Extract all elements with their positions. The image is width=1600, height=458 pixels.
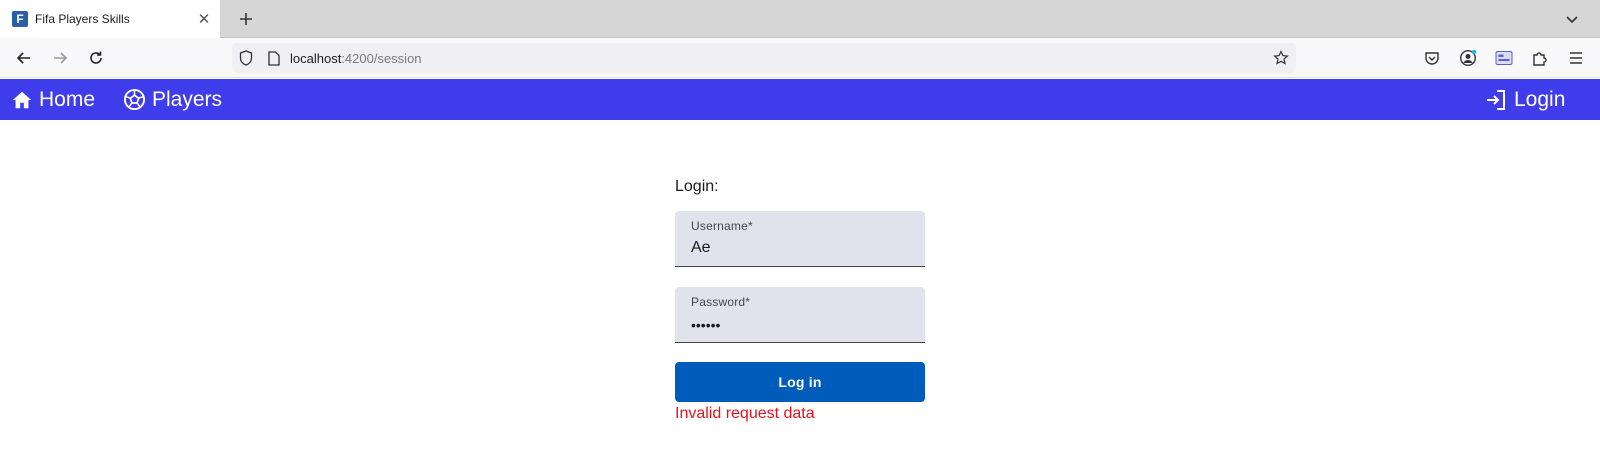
- back-button[interactable]: [9, 43, 39, 73]
- browser-tab-strip: F Fifa Players Skills ✕: [0, 0, 1600, 38]
- arrow-left-icon: [16, 52, 30, 64]
- nav-players-link[interactable]: Players: [123, 79, 222, 120]
- nav-home-label: Home: [39, 87, 96, 111]
- tab-title: Fifa Players Skills: [35, 12, 130, 26]
- arrow-right-icon: [54, 52, 68, 64]
- password-field[interactable]: Password* ••••••: [675, 287, 925, 343]
- shield-icon[interactable]: [232, 43, 260, 73]
- soccer-ball-icon: [123, 88, 146, 111]
- plus-icon: [240, 13, 252, 25]
- reload-button[interactable]: [81, 43, 111, 73]
- list-all-tabs-button[interactable]: [1558, 5, 1586, 33]
- pocket-button[interactable]: [1417, 43, 1447, 73]
- url-bar[interactable]: localhost:4200/session: [232, 43, 1296, 73]
- forward-button[interactable]: [45, 43, 75, 73]
- chevron-down-icon: [1566, 16, 1578, 24]
- username-label: Username*: [691, 219, 753, 233]
- bookmark-star-icon[interactable]: [1266, 43, 1296, 73]
- menu-button[interactable]: [1561, 43, 1591, 73]
- username-input[interactable]: Ae: [691, 239, 711, 257]
- nav-home-link[interactable]: Home: [11, 79, 95, 120]
- url-text: localhost:4200/session: [288, 51, 1266, 66]
- close-tab-icon[interactable]: ✕: [190, 5, 218, 33]
- browser-tab[interactable]: F Fifa Players Skills ✕: [0, 0, 221, 38]
- hamburger-menu-icon: [1570, 52, 1582, 64]
- pocket-icon: [1425, 52, 1439, 65]
- nav-login-label: Login: [1514, 87, 1566, 111]
- reload-icon: [90, 51, 102, 64]
- account-button[interactable]: [1453, 43, 1483, 73]
- url-path: :4200/session: [341, 50, 422, 66]
- extension-panel-icon: [1495, 51, 1513, 65]
- login-title: Login:: [675, 178, 719, 195]
- nav-players-label: Players: [152, 87, 223, 111]
- nav-login-link[interactable]: Login: [1484, 79, 1565, 120]
- username-field[interactable]: Username* Ae: [675, 211, 925, 267]
- password-label: Password*: [691, 295, 751, 309]
- puzzle-icon: [1533, 52, 1547, 66]
- new-tab-button[interactable]: [232, 5, 260, 33]
- url-host: localhost: [290, 50, 342, 66]
- page-icon[interactable]: [260, 43, 288, 73]
- extension-button[interactable]: [1489, 43, 1519, 73]
- password-input[interactable]: ••••••: [691, 317, 720, 333]
- extensions-button[interactable]: [1525, 43, 1555, 73]
- account-icon: [1459, 49, 1477, 67]
- login-submit-button[interactable]: Log in: [675, 362, 925, 402]
- browser-toolbar: localhost:4200/session: [0, 38, 1600, 78]
- app-header: Home Players Login: [0, 79, 1600, 120]
- error-message: Invalid request data: [675, 405, 815, 422]
- home-icon: [12, 91, 32, 108]
- favicon-icon: F: [12, 11, 28, 27]
- login-icon: [1487, 89, 1505, 110]
